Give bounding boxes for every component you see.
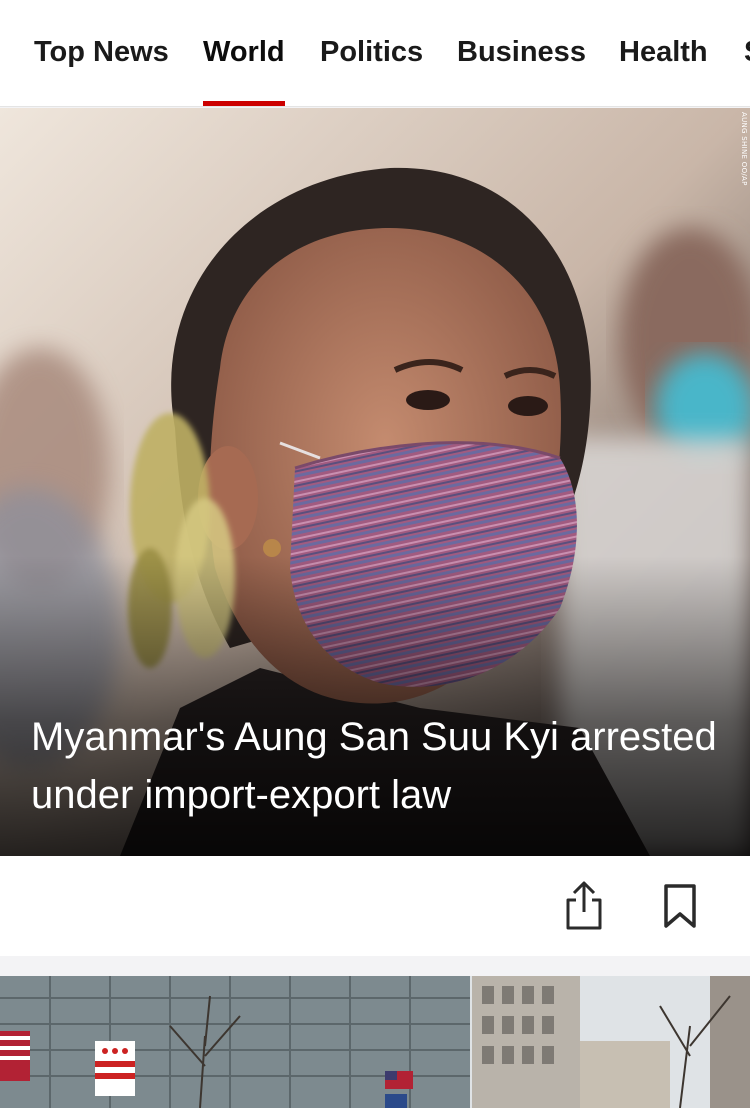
story-action-bar — [0, 856, 750, 956]
tab-politics[interactable]: Politics — [320, 0, 424, 106]
photo-credit: AUNG SHINE OO/AP — [740, 112, 748, 186]
tab-world[interactable]: World — [203, 0, 285, 106]
tab-label: Health — [619, 36, 708, 68]
bookmark-button[interactable] — [654, 880, 706, 932]
tab-label: Politics — [320, 36, 424, 68]
next-story-card[interactable] — [0, 976, 750, 1108]
next-story-photo — [0, 976, 750, 1108]
tab-label: Top News — [34, 36, 169, 68]
tab-label: Business — [457, 36, 586, 68]
tab-label: World — [203, 36, 285, 68]
tab-business[interactable]: Business — [457, 0, 586, 106]
tab-top-news[interactable]: Top News — [34, 0, 169, 106]
hero-headline[interactable]: Myanmar's Aung San Suu Kyi arrested unde… — [31, 708, 720, 824]
hero-story-card[interactable]: AUNG SHINE OO/AP Myanmar's Aung San Suu … — [0, 108, 750, 856]
share-button[interactable] — [558, 880, 610, 932]
tab-label: S — [744, 36, 750, 69]
tab-health[interactable]: Health — [619, 0, 708, 106]
section-tab-bar: Top News World Politics Business Health … — [0, 0, 750, 107]
bookmark-icon — [664, 884, 696, 928]
tab-partial[interactable]: S — [744, 0, 750, 106]
active-tab-indicator — [203, 101, 285, 106]
share-icon — [566, 881, 602, 930]
